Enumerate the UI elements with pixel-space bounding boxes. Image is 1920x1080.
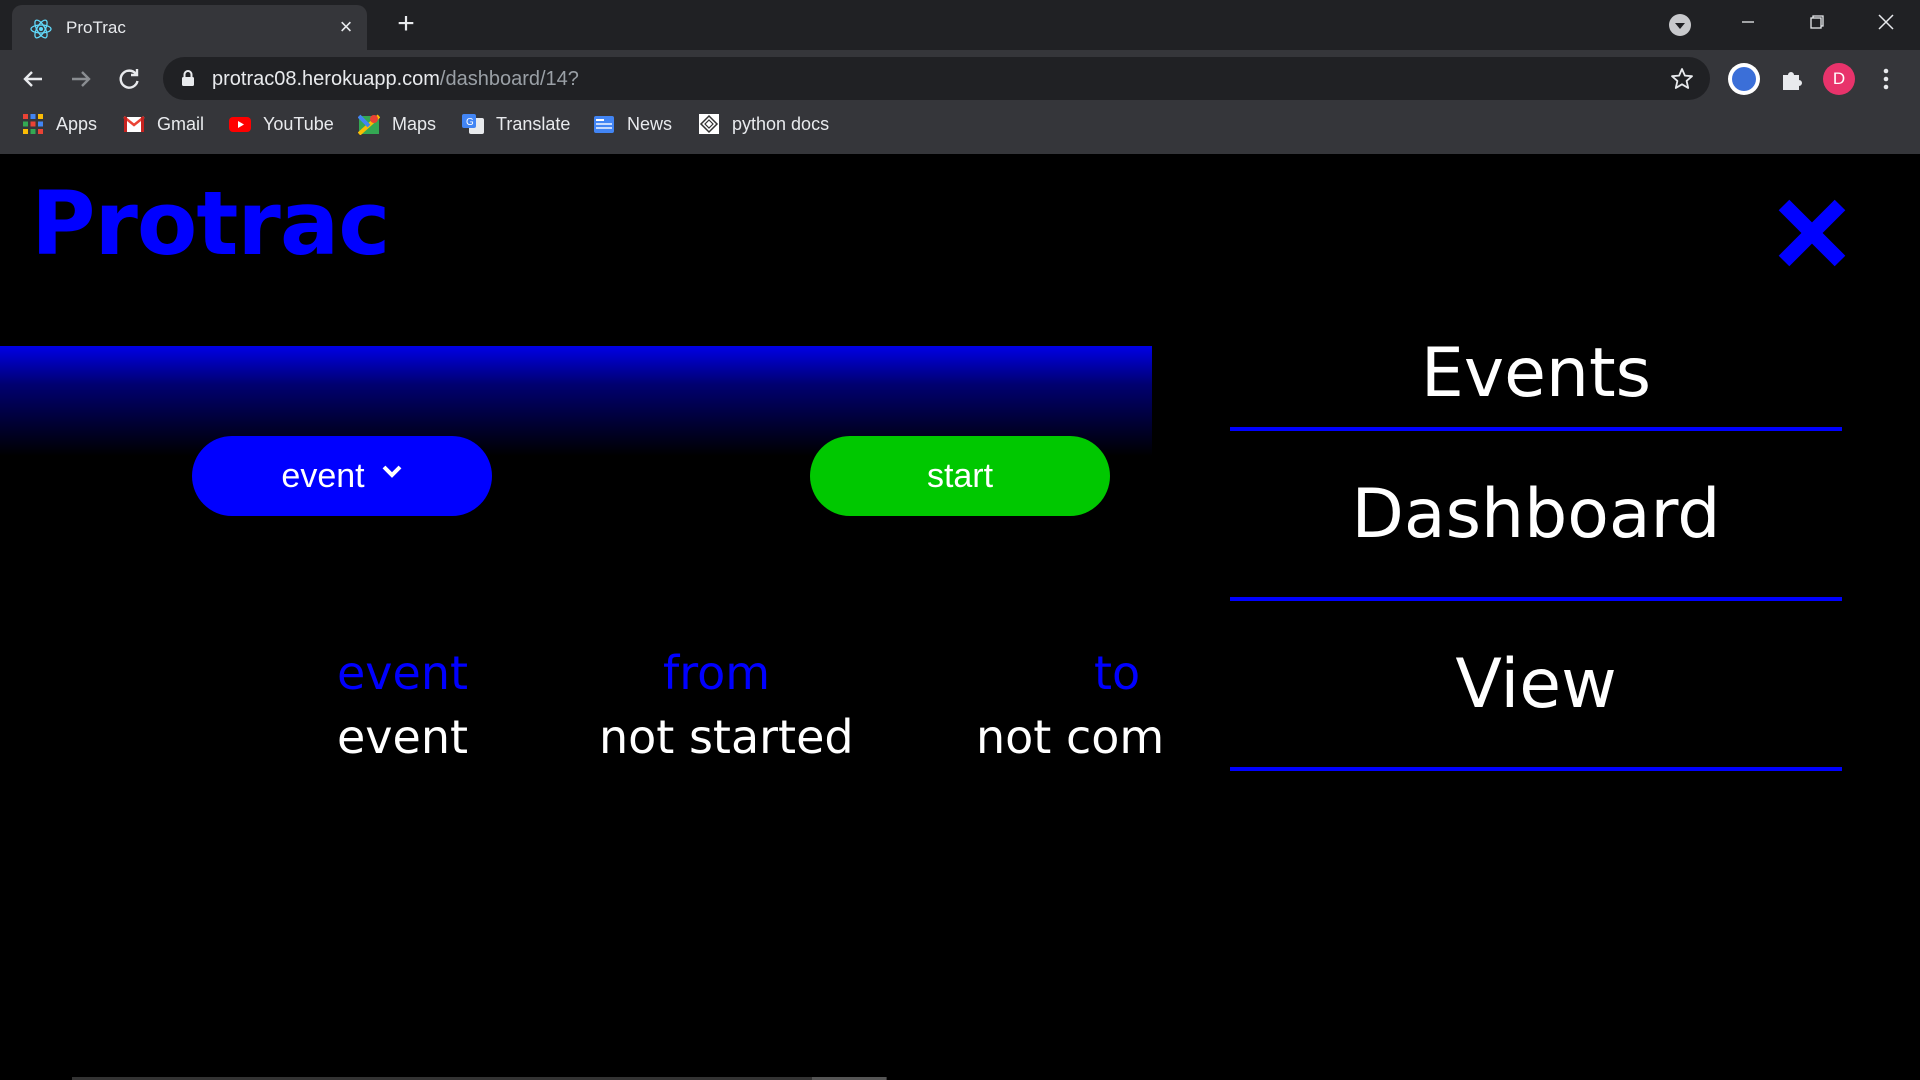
bookmark-label: News: [627, 113, 673, 134]
browser-tab-bar: ProTrac × +: [0, 0, 1920, 50]
bookmark-star-icon[interactable]: [1669, 66, 1695, 92]
tab-title: ProTrac: [66, 18, 126, 37]
translate-icon: G: [462, 114, 484, 134]
column-header-event: event: [337, 646, 469, 700]
address-bar[interactable]: protrac08.herokuapp.com/dashboard/14?: [163, 57, 1710, 100]
bookmark-label: Apps: [56, 113, 98, 134]
bookmark-youtube[interactable]: YouTube: [229, 108, 334, 140]
window-close-icon[interactable]: [1866, 8, 1906, 36]
gmail-icon: [123, 116, 145, 132]
extensions-puzzle-icon[interactable]: [1774, 61, 1810, 97]
extension-compass-icon[interactable]: [1726, 61, 1762, 97]
menu-item-events[interactable]: Events: [1230, 319, 1842, 431]
bookmark-news[interactable]: News: [593, 108, 672, 140]
event-value: event: [337, 710, 469, 764]
bookmark-translate[interactable]: G Translate: [462, 108, 570, 140]
app-logo[interactable]: Protrac: [31, 172, 390, 275]
event-dropdown[interactable]: event: [192, 436, 492, 516]
svg-text:G: G: [466, 117, 474, 128]
url-host: protrac08.herokuapp.com: [212, 68, 440, 90]
url-path: /dashboard/14?: [439, 68, 579, 90]
forward-icon[interactable]: [63, 61, 99, 97]
bookmarks-bar: Apps Gmail YouTube Maps G Translate News…: [0, 108, 1920, 140]
chevron-down-icon: [382, 465, 402, 478]
bookmark-gmail[interactable]: Gmail: [123, 108, 204, 140]
bookmark-label: Translate: [496, 113, 571, 134]
url-text[interactable]: protrac08.herokuapp.com/dashboard/14?: [212, 68, 579, 91]
new-tab-button[interactable]: +: [392, 9, 420, 39]
to-value: not com: [976, 710, 1165, 764]
event-dropdown-label: event: [281, 456, 365, 495]
bookmark-label: Gmail: [157, 113, 205, 134]
bookmark-label: Maps: [392, 113, 437, 134]
python-docs-icon: [699, 114, 719, 134]
youtube-icon: [229, 117, 251, 132]
close-menu-icon[interactable]: [1776, 197, 1848, 269]
menu-item-view[interactable]: View: [1230, 601, 1842, 771]
bookmark-maps[interactable]: Maps: [358, 108, 436, 140]
lock-icon[interactable]: [181, 69, 195, 87]
column-header-to: to: [1094, 646, 1141, 700]
start-button[interactable]: start: [810, 436, 1110, 516]
column-header-from: from: [663, 646, 771, 700]
tab-close-icon[interactable]: ×: [334, 15, 358, 39]
bookmark-python-docs[interactable]: python docs: [698, 108, 829, 140]
side-menu: Events Dashboard View: [1230, 319, 1842, 771]
maps-icon: [358, 114, 380, 135]
kebab-menu-icon[interactable]: [1872, 63, 1900, 95]
bookmark-apps[interactable]: Apps: [22, 108, 97, 140]
profile-avatar[interactable]: D: [1823, 63, 1855, 95]
react-favicon-icon: [30, 19, 52, 39]
restore-icon[interactable]: [1796, 8, 1836, 36]
from-value: not started: [599, 710, 854, 764]
bookmark-label: YouTube: [263, 113, 334, 134]
reload-icon[interactable]: [111, 61, 147, 97]
minimize-icon[interactable]: [1728, 8, 1768, 36]
app-page: Protrac event start event from to event …: [0, 154, 1920, 1080]
menu-item-dashboard[interactable]: Dashboard: [1230, 431, 1842, 601]
browser-toolbar: protrac08.herokuapp.com/dashboard/14? D …: [0, 50, 1920, 154]
tab-search-icon[interactable]: [1669, 14, 1691, 36]
news-icon: [594, 116, 614, 133]
back-icon[interactable]: [15, 61, 51, 97]
apps-grid-icon: [23, 114, 43, 134]
bookmark-label: python docs: [732, 113, 830, 134]
browser-tab[interactable]: ProTrac ×: [12, 5, 367, 50]
